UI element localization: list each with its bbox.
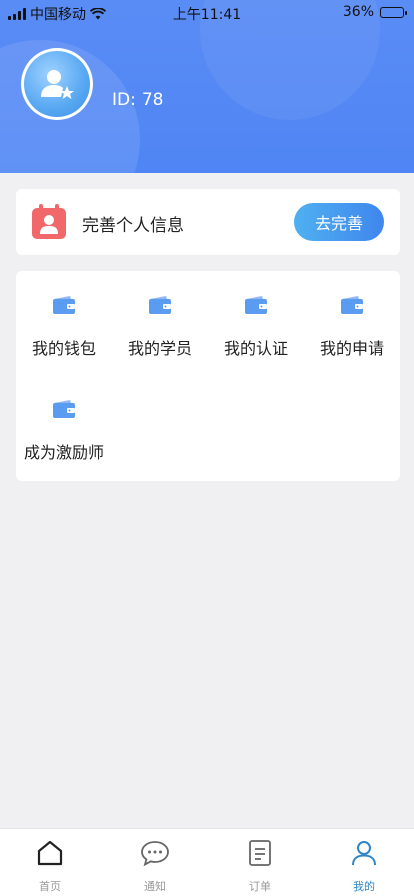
battery-icon [380,6,407,18]
user-star-icon [41,70,74,99]
tab-label: 订单 [249,880,271,893]
tab-home[interactable]: 首页 [10,839,90,894]
menu-item-label: 我的学员 [127,339,192,358]
complete-profile-title: 完善个人信息 [82,216,184,236]
wallet-icon [149,296,171,314]
menu-item-become-motivator[interactable]: 成为激励师 [16,399,112,463]
user-id-prefix: ID: [112,90,136,110]
calendar-profile-icon [32,204,66,239]
tab-label: 我的 [353,880,375,893]
battery-percent: 36% [342,4,374,20]
complete-profile-card: 完善个人信息 去完善 [16,189,400,255]
tab-label: 通知 [144,880,166,893]
wallet-icon [53,296,75,314]
menu-item-label: 我的认证 [223,339,288,358]
user-icon [352,841,376,866]
bottom-tab-bar: 首页 通知 订单 我的 [0,828,414,896]
menu-item-label: 成为激励师 [23,443,104,462]
tab-label: 首页 [39,880,61,893]
avatar[interactable] [21,48,93,120]
wallet-icon [341,296,363,314]
wallet-icon [53,400,75,418]
user-id-value: 78 [141,90,164,110]
menu-item-wallet[interactable]: 我的钱包 [16,295,112,359]
menu-item-label: 我的钱包 [31,339,96,358]
menu-item-applications[interactable]: 我的申请 [304,295,400,359]
status-bar: 中国移动 上午11:41 36% [0,0,414,24]
document-icon [249,840,271,866]
chat-bubble-icon [141,841,169,867]
menu-grid: 我的钱包 我的学员 我的认证 我的申请 成为激励师 [16,271,400,481]
menu-item-certification[interactable]: 我的认证 [208,295,304,359]
profile-header: 中国移动 上午11:41 36% ID: 78 [0,0,414,173]
tab-mine[interactable]: 我的 [324,839,404,894]
menu-item-students[interactable]: 我的学员 [112,295,208,359]
user-id: ID: 78 [112,90,163,110]
complete-profile-button[interactable]: 去完善 [294,203,384,241]
home-icon [37,840,63,866]
tab-orders[interactable]: 订单 [220,839,300,894]
wallet-icon [245,296,267,314]
tab-notifications[interactable]: 通知 [115,839,195,894]
menu-item-label: 我的申请 [319,339,384,358]
